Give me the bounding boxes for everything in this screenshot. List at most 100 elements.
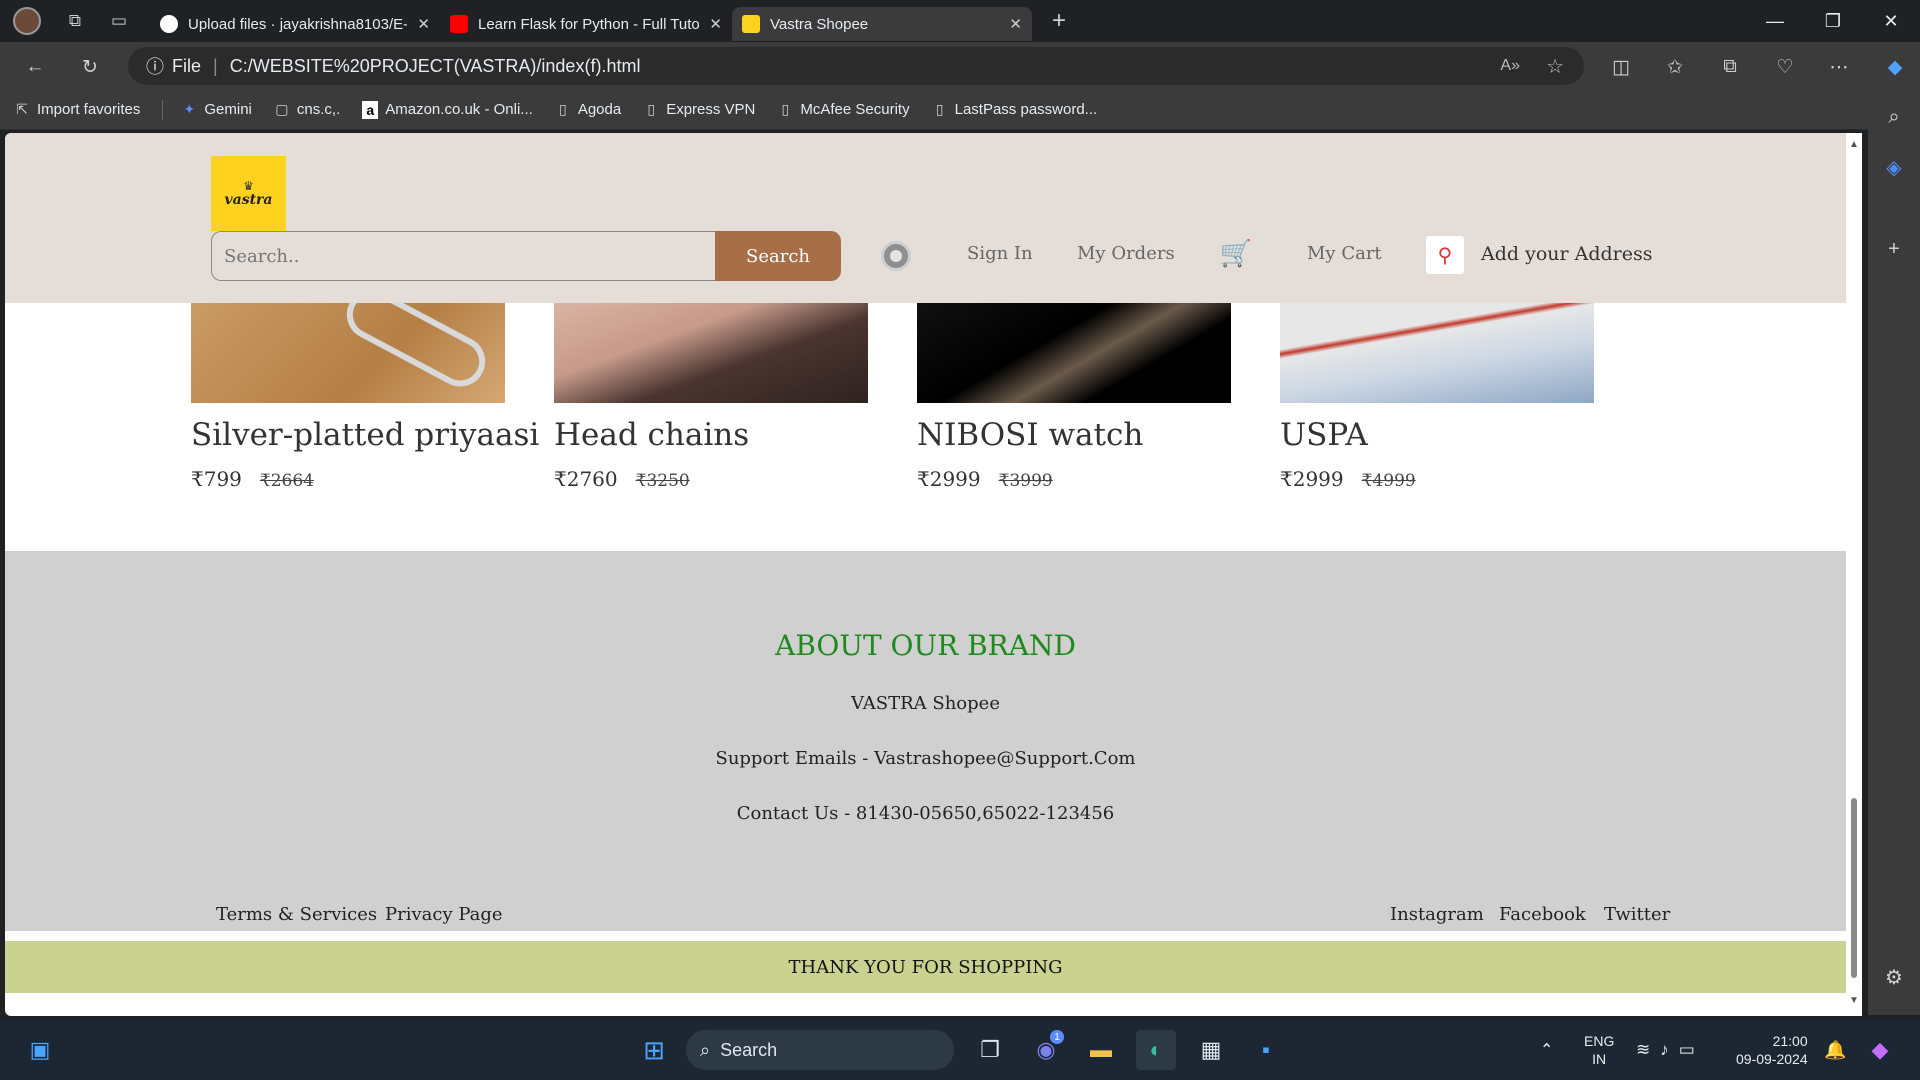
- browser-toolbar: ← ↻ ⓘ File | C:/WEBSITE%20PROJECT(VASTRA…: [0, 42, 1920, 90]
- favorite-star-icon[interactable]: ☆: [1546, 54, 1564, 79]
- edge-sidebar: ⌕ ◈ + ⚙: [1868, 90, 1920, 1015]
- browser-essentials-icon[interactable]: ♡: [1770, 52, 1800, 82]
- page-icon: ▢: [275, 101, 289, 117]
- tab-vastra[interactable]: Vastra Shopee ✕: [732, 7, 1032, 41]
- fav-mcafee[interactable]: ▯ McAfee Security: [777, 101, 910, 119]
- close-icon[interactable]: ✕: [417, 15, 430, 33]
- split-screen-icon[interactable]: ◫: [1606, 52, 1636, 82]
- search-icon: ⌕: [700, 1039, 711, 1060]
- product-image[interactable]: [191, 280, 505, 403]
- widgets-icon[interactable]: ▣: [20, 1030, 60, 1070]
- fav-expressvpn[interactable]: ▯ Express VPN: [643, 101, 755, 119]
- store-icon[interactable]: ▦: [1191, 1030, 1231, 1070]
- task-view-icon[interactable]: ❐: [970, 1030, 1010, 1070]
- chevron-up-icon[interactable]: ⌃: [1540, 1040, 1564, 1060]
- address-bar[interactable]: ⓘ File | C:/WEBSITE%20PROJECT(VASTRA)/in…: [128, 47, 1584, 85]
- scroll-up-icon[interactable]: ▲: [1849, 139, 1859, 150]
- myhp-icon[interactable]: ▪: [1246, 1030, 1286, 1070]
- twitter-link[interactable]: Twitter: [1604, 904, 1670, 925]
- facebook-link[interactable]: Facebook: [1499, 904, 1586, 925]
- file-explorer-icon[interactable]: ▬: [1081, 1030, 1121, 1070]
- product-card[interactable]: USPA ₹2999 ₹4999: [1280, 303, 1594, 491]
- about-heading: ABOUT OUR BRAND: [775, 629, 1076, 662]
- bell-icon: 🔔: [1824, 1039, 1847, 1060]
- cart-icon[interactable]: 🛒: [1215, 236, 1257, 272]
- copilot-taskbar-icon[interactable]: ◆: [1860, 1030, 1900, 1070]
- crown-icon: ♛: [243, 178, 254, 193]
- fav-agoda[interactable]: ▯ Agoda: [555, 101, 621, 119]
- info-icon: ⓘ: [146, 57, 164, 77]
- tab-github[interactable]: Upload files · jayakrishna8103/E-c ✕: [150, 7, 440, 41]
- teams-icon[interactable]: ◉ 1: [1026, 1030, 1066, 1070]
- close-icon[interactable]: ✕: [1009, 15, 1022, 33]
- profile-avatar[interactable]: [12, 6, 42, 36]
- refresh-icon[interactable]: ↻: [75, 52, 105, 82]
- new-tab-icon[interactable]: +: [1044, 6, 1074, 36]
- instagram-link[interactable]: Instagram: [1390, 904, 1484, 925]
- wifi-icon: ≋: [1636, 1040, 1651, 1059]
- edge-icon[interactable]: ◐: [1136, 1030, 1176, 1070]
- product-image[interactable]: [554, 303, 868, 403]
- language-indicator[interactable]: ENG IN: [1584, 1020, 1614, 1080]
- search-input[interactable]: [211, 231, 715, 281]
- back-icon[interactable]: ←: [20, 52, 50, 82]
- product-image[interactable]: [917, 303, 1231, 403]
- my-orders-link[interactable]: My Orders: [1077, 243, 1175, 264]
- workspaces-icon[interactable]: ⧉: [60, 6, 90, 36]
- favorites-icon[interactable]: ✩: [1660, 52, 1690, 82]
- fav-gemini[interactable]: ✦ Gemini: [181, 101, 252, 119]
- tab-youtube[interactable]: Learn Flask for Python - Full Tutor ✕: [440, 7, 732, 41]
- product-card[interactable]: Head chains ₹2760 ₹3250: [554, 303, 868, 491]
- page-icon: ▯: [935, 101, 944, 117]
- copilot-icon[interactable]: ◆: [1880, 52, 1910, 82]
- scroll-down-icon[interactable]: ▼: [1849, 995, 1859, 1006]
- scroll-thumb[interactable]: [1851, 798, 1857, 978]
- page-scrollbar[interactable]: ▲ ▼: [1846, 133, 1862, 1016]
- fav-lastpass[interactable]: ▯ LastPass password...: [932, 101, 1097, 119]
- my-cart-link[interactable]: My Cart: [1307, 243, 1382, 264]
- brand-name: VASTRA Shopee: [851, 693, 1000, 714]
- more-icon[interactable]: ⋯: [1824, 52, 1854, 82]
- terms-link[interactable]: Terms & Services: [216, 904, 377, 925]
- vastra-logo[interactable]: ♛ vastra: [211, 156, 286, 231]
- system-tray: ⌃: [1540, 1020, 1564, 1080]
- clock[interactable]: 21:00 09-09-2024: [1736, 1020, 1808, 1080]
- tab-bar: ⧉ ▭ Upload files · jayakrishna8103/E-c ✕…: [0, 0, 1920, 42]
- site-footer: ABOUT OUR BRAND VASTRA Shopee Support Em…: [5, 551, 1846, 931]
- close-window-icon[interactable]: ✕: [1862, 0, 1920, 42]
- fav-cns[interactable]: ▢ cns.c,.: [274, 101, 340, 119]
- settings-icon[interactable]: ⚙: [1879, 962, 1909, 992]
- gemini-icon: ✦: [183, 101, 196, 117]
- privacy-link[interactable]: Privacy Page: [385, 904, 503, 925]
- taskbar-search[interactable]: ⌕ Search: [686, 1030, 954, 1070]
- restore-icon[interactable]: ❐: [1804, 0, 1862, 42]
- collections-icon[interactable]: ⧉: [1715, 52, 1745, 82]
- sign-in-link[interactable]: Sign In: [967, 243, 1033, 264]
- fav-import[interactable]: ⇱ Import favorites: [14, 101, 140, 119]
- add-address-link[interactable]: Add your Address: [1481, 243, 1653, 265]
- vastra-icon: [742, 15, 760, 33]
- import-icon: ⇱: [16, 101, 28, 117]
- search-icon[interactable]: ⌕: [1879, 102, 1909, 132]
- location-pin-icon[interactable]: ⚲: [1426, 236, 1464, 274]
- window-controls: — ❐ ✕: [1746, 0, 1920, 42]
- page-icon: ▯: [558, 101, 567, 117]
- read-aloud-icon[interactable]: A»: [1500, 57, 1520, 75]
- user-icon[interactable]: [881, 241, 911, 271]
- tab-actions-icon[interactable]: ▭: [104, 6, 134, 36]
- volume-icon: ♪: [1660, 1040, 1669, 1059]
- page-icon: ▯: [647, 101, 656, 117]
- status-icons[interactable]: ≋ ♪ ▭: [1636, 1020, 1695, 1080]
- notifications[interactable]: 🔔: [1824, 1020, 1846, 1080]
- product-image[interactable]: [1280, 303, 1594, 403]
- shopping-tag-icon[interactable]: ◈: [1879, 152, 1909, 182]
- product-card[interactable]: NIBOSI watch ₹2999 ₹3999: [917, 303, 1231, 491]
- start-icon[interactable]: ⊞: [634, 1030, 674, 1070]
- add-icon[interactable]: +: [1879, 234, 1909, 264]
- search-button[interactable]: Search: [715, 231, 841, 281]
- fav-amazon[interactable]: a Amazon.co.uk - Onli...: [362, 100, 533, 119]
- minimize-icon[interactable]: —: [1746, 0, 1804, 42]
- youtube-icon: [450, 15, 468, 33]
- product-card[interactable]: Silver-platted priyaasi ₹799 ₹2664: [191, 280, 539, 491]
- close-icon[interactable]: ✕: [709, 15, 722, 33]
